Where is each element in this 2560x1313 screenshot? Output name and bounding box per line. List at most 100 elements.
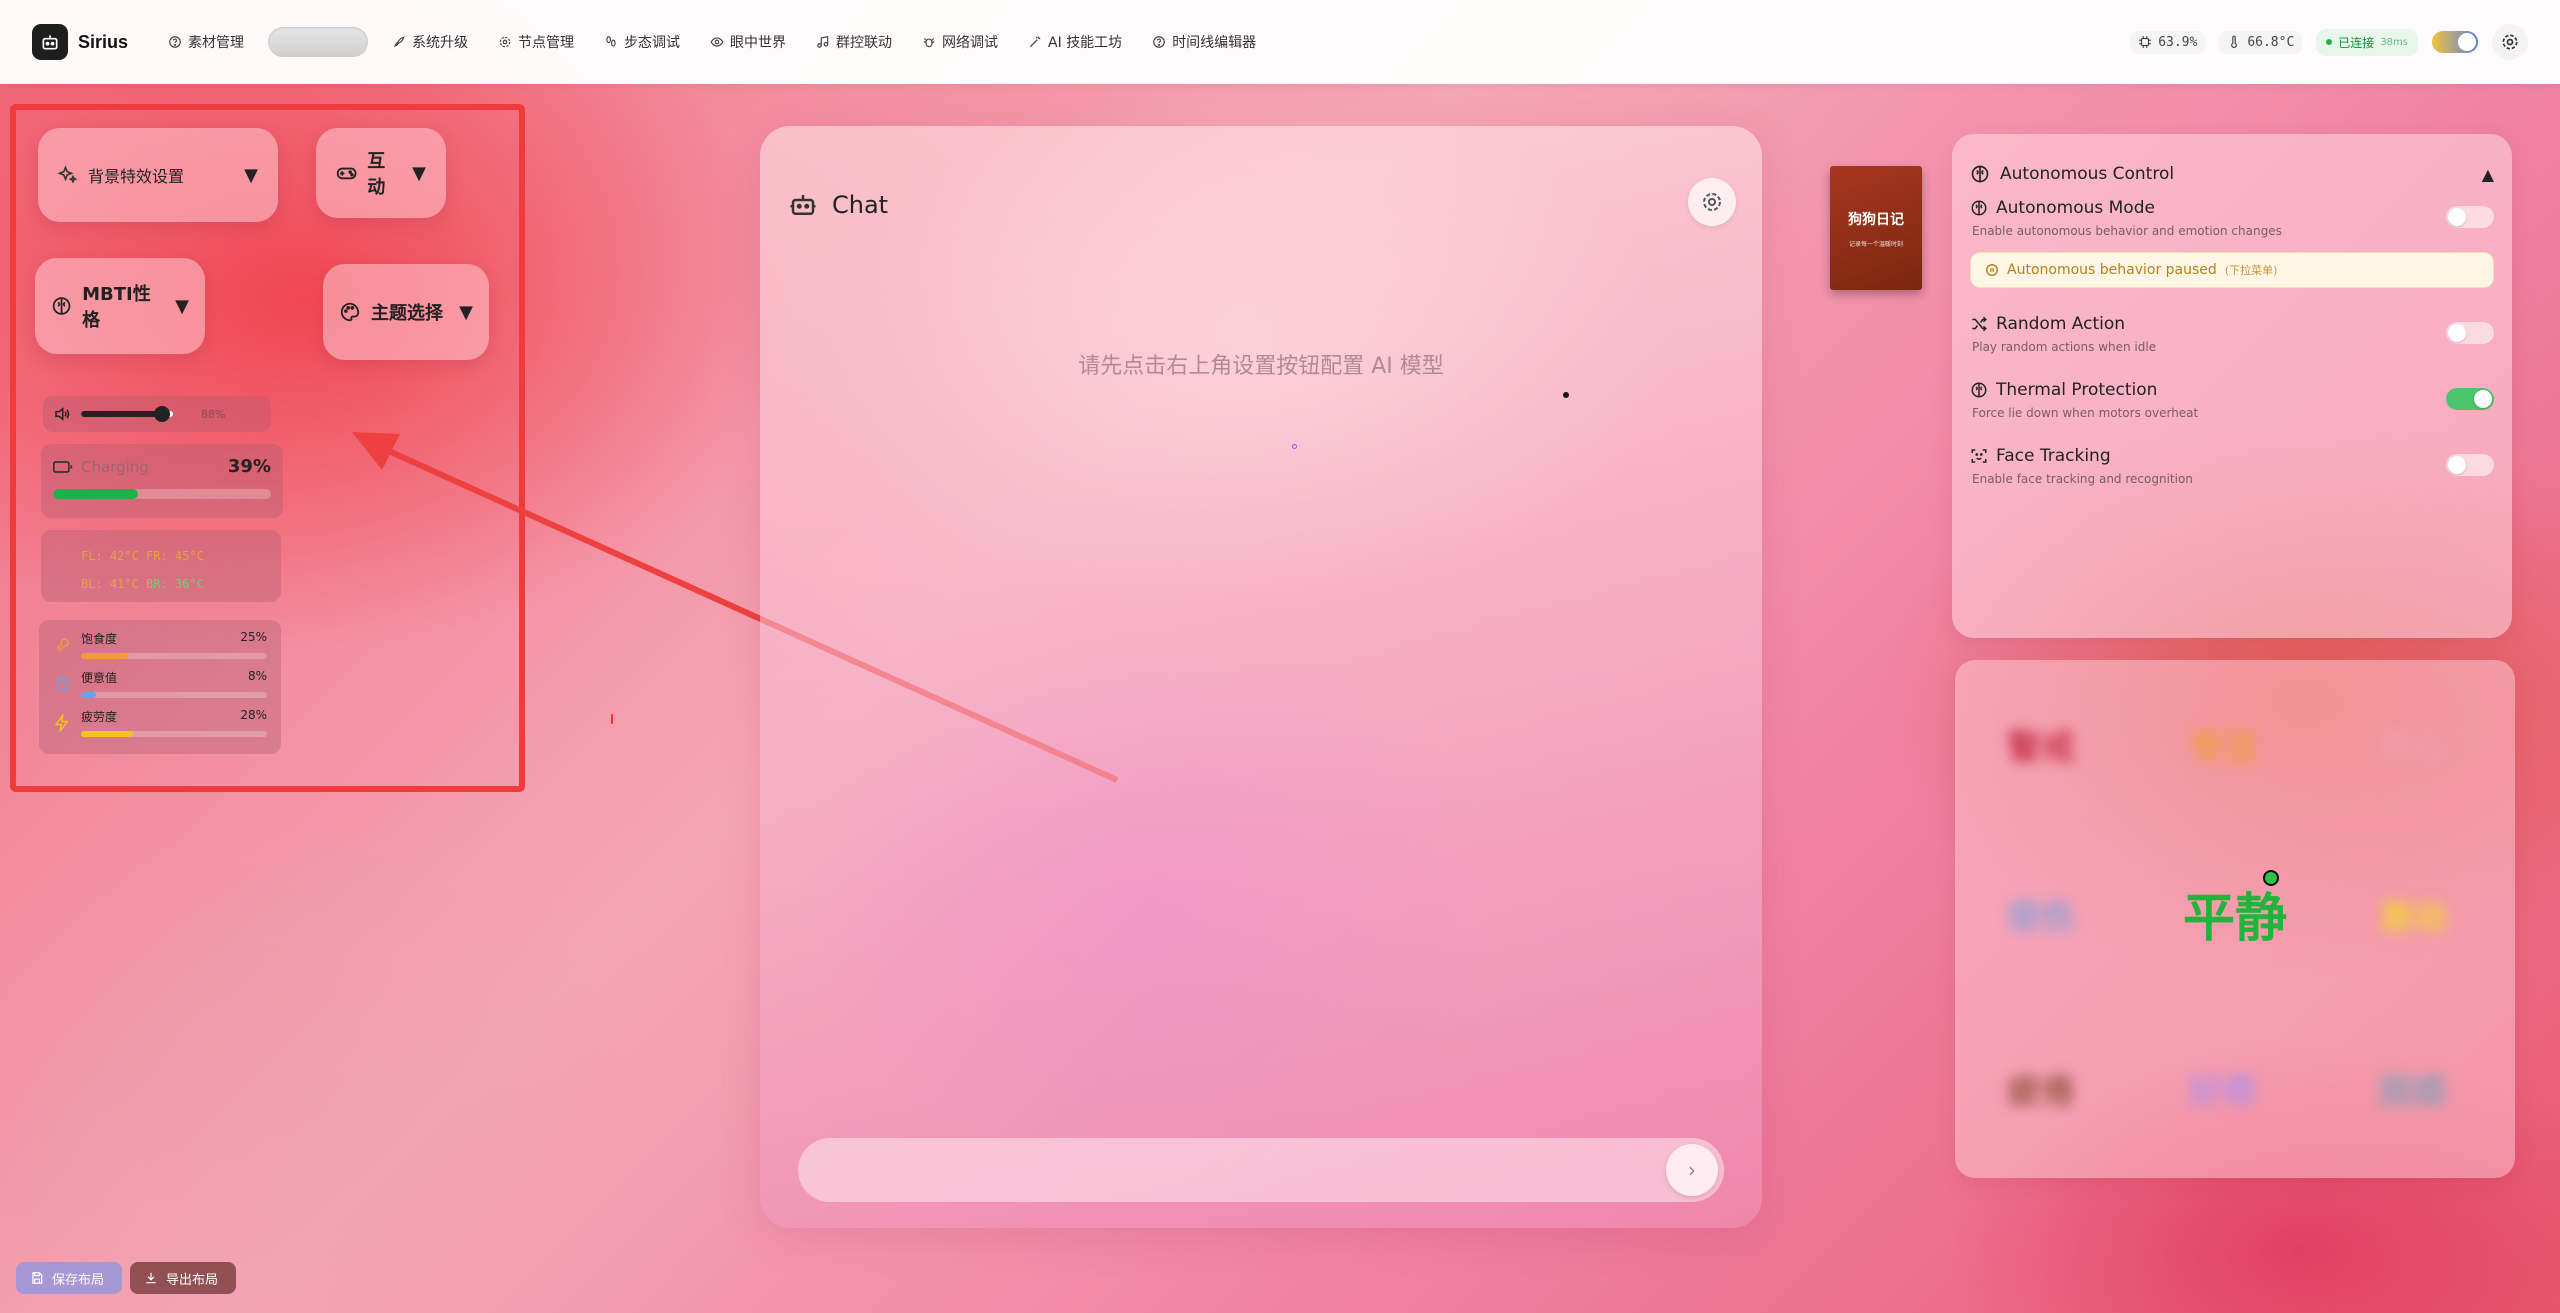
nav-item-assets[interactable]: 素材管理 xyxy=(156,24,256,60)
random-action-toggle[interactable] xyxy=(2446,322,2494,344)
battery-status: Charging xyxy=(81,457,149,476)
emotion-item[interactable]: 激动 xyxy=(2379,890,2447,939)
need-value: 8% xyxy=(247,669,267,683)
nav-label: 时间线编辑器 xyxy=(1172,35,1257,51)
nav-item-nodes[interactable]: 节点管理 xyxy=(486,24,586,60)
app-logo[interactable]: Sirius xyxy=(32,24,128,60)
connection-label: 已连接 xyxy=(2338,35,2375,50)
chat-settings-button[interactable] xyxy=(1688,178,1736,226)
brain-icon xyxy=(1971,165,1989,183)
autonomous-header[interactable]: Autonomous Control ▲ xyxy=(1970,164,2494,184)
emotion-item[interactable]: 专注 xyxy=(2189,720,2257,769)
nav-item-group[interactable]: 群控联动 xyxy=(804,24,904,60)
battery-fill xyxy=(53,489,139,499)
temperature: 66.8°C xyxy=(2219,30,2303,54)
save-icon xyxy=(32,1272,43,1284)
brain-icon xyxy=(1971,200,1987,216)
temp-br: BR: 36°C xyxy=(146,577,204,591)
interact-label: 互动 xyxy=(367,151,386,198)
paused-text: Autonomous behavior paused xyxy=(2007,262,2217,278)
top-bar: Sirius 素材管理 系统升级 节点管理 步态调试 眼中世界 群控联动 网络调… xyxy=(0,0,2560,84)
theme-toggle[interactable] xyxy=(2432,31,2478,53)
setting-desc: Enable autonomous behavior and emotion c… xyxy=(1972,224,2282,238)
collapse-icon[interactable]: ▲ xyxy=(2482,165,2494,184)
emotion-item[interactable]: 开心 xyxy=(2379,720,2447,769)
book-subtitle: 记录每一个温暖时刻 xyxy=(1848,240,1903,248)
autonomous-title: Autonomous Control xyxy=(2000,164,2175,184)
eye-icon xyxy=(710,37,724,47)
drumstick-icon xyxy=(57,638,69,651)
need-value: 25% xyxy=(240,630,267,644)
lightning-icon xyxy=(54,714,69,732)
volume-icon xyxy=(55,407,70,421)
mbti-dropdown[interactable]: MBTI性格 ▼ xyxy=(35,258,205,354)
nav-label: AI 技能工坊 xyxy=(1048,35,1123,51)
face-tracking-toggle[interactable] xyxy=(2446,454,2494,476)
setting-desc: Enable face tracking and recognition xyxy=(1972,472,2193,486)
emotion-item[interactable]: 好奇 xyxy=(2189,1064,2257,1113)
setting-title: Random Action xyxy=(1996,314,2126,334)
nav-item-network[interactable]: 网络调试 xyxy=(910,24,1010,60)
save-layout-label: 保存布局 xyxy=(52,1272,105,1288)
thermal-protection-toggle[interactable] xyxy=(2446,388,2494,410)
chat-title: Chat xyxy=(832,191,889,219)
interact-dropdown[interactable]: 互动 ▼ xyxy=(316,128,446,218)
speck xyxy=(1292,444,1297,449)
need-hunger: 饱食度 25% xyxy=(53,630,267,659)
caret-down-icon: ▼ xyxy=(244,164,258,186)
diary-book[interactable]: 狗狗日记 记录每一个温暖时刻 xyxy=(1830,166,1922,290)
autonomous-control-panel: Autonomous Control ▲ Autonomous Mode Ena… xyxy=(1952,134,2512,638)
need-label: 疲劳度 xyxy=(81,710,118,724)
rocket-icon xyxy=(394,36,405,48)
main-nav: 素材管理 系统升级 节点管理 步态调试 眼中世界 群控联动 网络调试 AI 技能… xyxy=(156,24,1268,60)
needs-card: 饱食度 25% 便意值 8% 疲劳度 28% xyxy=(39,620,281,754)
volume-handle[interactable] xyxy=(153,406,170,422)
theme-dropdown[interactable]: 主题选择 ▼ xyxy=(323,264,489,360)
nav-label: 系统升级 xyxy=(412,35,469,51)
nav-item-vision[interactable]: 眼中世界 xyxy=(698,24,798,60)
gear-icon xyxy=(499,36,511,48)
autonomous-mode-toggle[interactable] xyxy=(2446,206,2494,228)
nav-item-upgrade[interactable]: 系统升级 xyxy=(380,24,480,60)
emotion-item[interactable]: 疲倦 xyxy=(2007,1064,2075,1113)
temp-fl: FL: 42°C xyxy=(81,549,139,563)
need-fill xyxy=(81,653,128,659)
save-layout-button[interactable]: 保存布局 xyxy=(16,1262,122,1294)
cpu-usage: 63.9% xyxy=(2130,30,2206,54)
nav-item-gait[interactable]: 步态调试 xyxy=(592,24,692,60)
need-fatigue: 疲劳度 28% xyxy=(53,708,267,737)
trash-icon xyxy=(56,677,68,691)
emotion-item[interactable]: 困惑 xyxy=(2379,1064,2447,1113)
send-button[interactable]: › xyxy=(1666,1144,1718,1196)
setting-desc: Force lie down when motors overheat xyxy=(1972,406,2199,420)
caret-down-icon: ▼ xyxy=(459,301,473,323)
bg-effects-label: 背景特效设置 xyxy=(88,167,185,186)
nav-item-ai-skills[interactable]: AI 技能工坊 xyxy=(1016,24,1134,60)
setting-random-action: Random Action Play random actions when i… xyxy=(1970,314,2494,354)
nav-label: 眼中世界 xyxy=(730,35,787,51)
export-layout-button[interactable]: 导出布局 xyxy=(130,1262,236,1294)
robot-icon xyxy=(32,24,68,60)
emotion-item[interactable]: 警戒 xyxy=(2007,720,2075,769)
settings-button[interactable] xyxy=(2492,24,2528,60)
temperature-value: 66.8°C xyxy=(2247,34,2295,50)
nav-item-timeline[interactable]: 时间线编辑器 xyxy=(1140,24,1268,60)
setting-autonomous-mode: Autonomous Mode Enable autonomous behavi… xyxy=(1970,198,2494,238)
nav-label: 群控联动 xyxy=(836,35,893,51)
nav-toggle-pill[interactable] xyxy=(268,27,369,57)
setting-face-tracking: Face Tracking Enable face tracking and r… xyxy=(1970,446,2494,486)
emotion-item[interactable]: 悲伤 xyxy=(2007,890,2075,939)
latency-label: 38ms xyxy=(2380,36,2408,48)
setting-title: Autonomous Mode xyxy=(1996,198,2155,218)
music-icon xyxy=(817,36,829,48)
status-dot xyxy=(2326,39,2333,45)
bg-effects-dropdown[interactable]: 背景特效设置 ▼ xyxy=(38,128,278,222)
chat-panel: Chat 请先点击右上角设置按钮配置 AI 模型 › xyxy=(760,126,1762,1228)
chat-input[interactable] xyxy=(798,1138,1724,1202)
send-arrow-icon: › xyxy=(1688,1158,1696,1182)
pause-circle-icon xyxy=(1986,264,1998,276)
setting-title: Thermal Protection xyxy=(1996,380,2158,400)
volume-slider[interactable] xyxy=(81,406,173,422)
nav-label: 素材管理 xyxy=(188,35,245,51)
emotion-active[interactable]: 平静 xyxy=(2183,876,2287,951)
